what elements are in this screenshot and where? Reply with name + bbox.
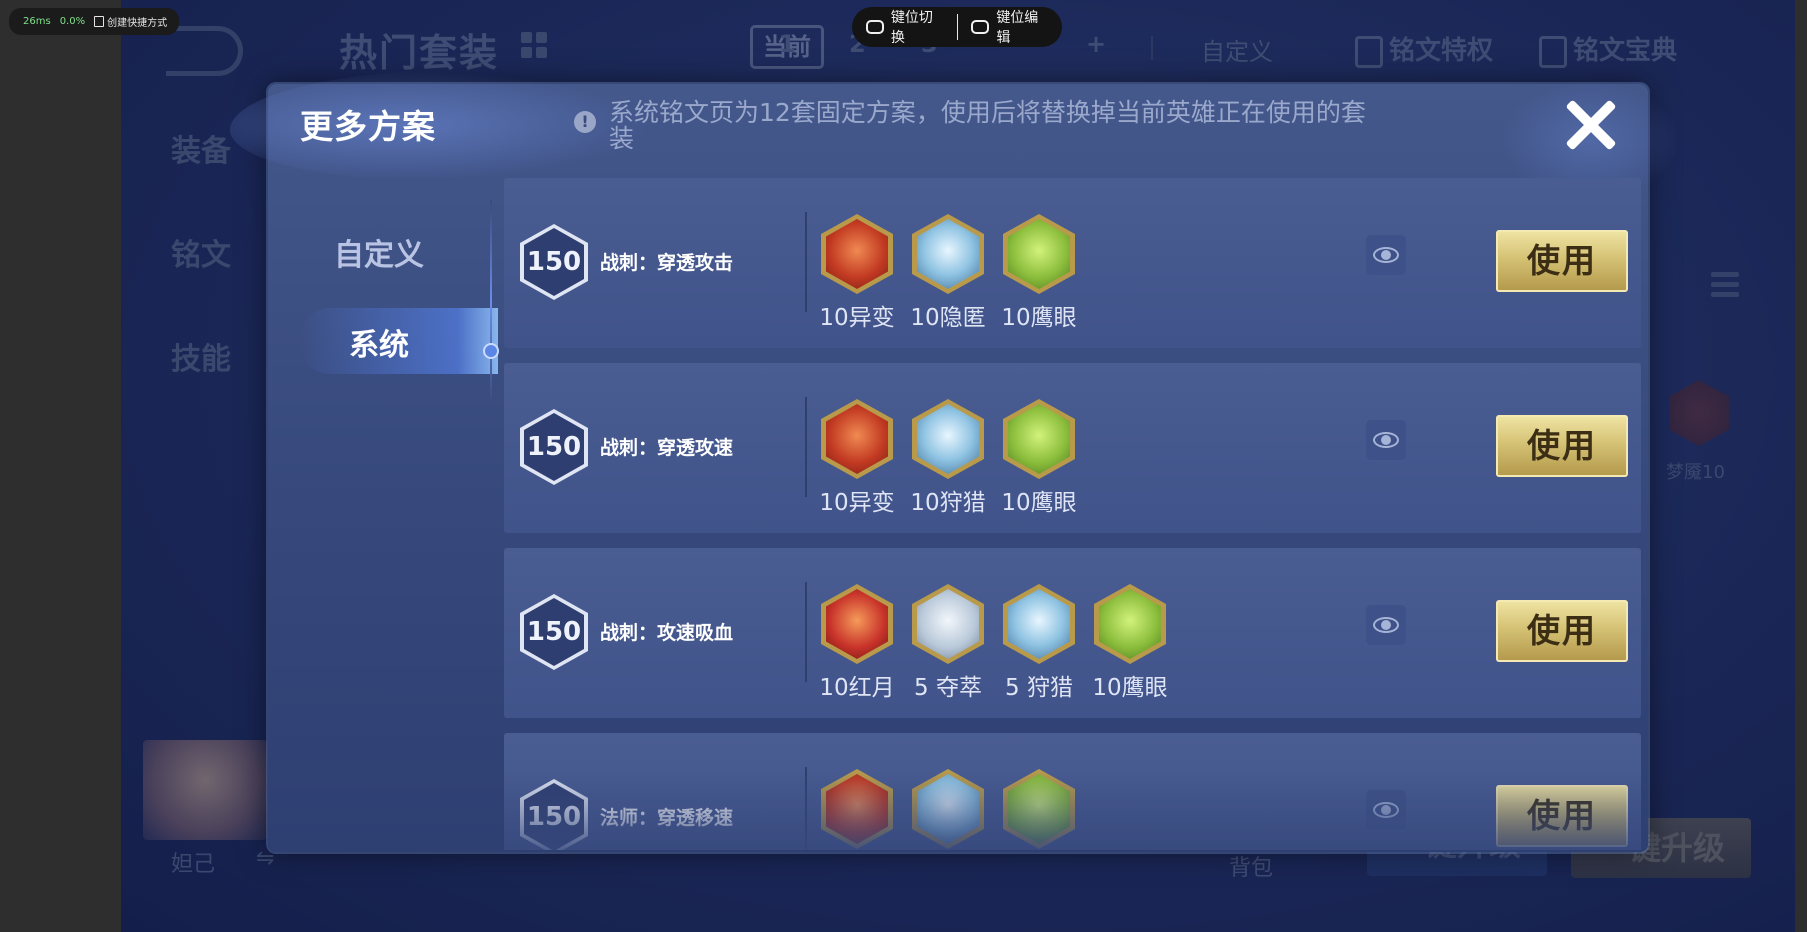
rune-item[interactable]: 5 夺萃 <box>902 584 994 702</box>
keymap-edit-label: 键位编辑 <box>996 10 1039 46</box>
plan-name: 战刺：穿透攻击 <box>600 252 734 274</box>
rune-item[interactable] <box>902 769 994 850</box>
rune-item[interactable]: 10鹰眼 <box>993 214 1085 332</box>
rune-label: 10红月 <box>819 675 895 701</box>
rune-item[interactable]: 5 狩猎 <box>993 584 1085 702</box>
plan-row: 150 法师：穿透移速 使用 <box>504 733 1641 850</box>
tab-indicator-dot <box>483 343 499 359</box>
loss-value: 0.0% <box>59 16 86 27</box>
rune-icon <box>826 774 888 844</box>
rune-item[interactable]: 10鹰眼 <box>1084 584 1176 702</box>
rune-icon <box>826 219 888 289</box>
rune-label: 10异变 <box>819 490 895 516</box>
rune-icon <box>1008 219 1070 289</box>
info-icon: ! <box>574 111 596 133</box>
rune-label: 10隐匿 <box>910 305 986 331</box>
rune-item[interactable]: 10隐匿 <box>902 214 994 332</box>
close-icon[interactable] <box>1564 98 1618 152</box>
rune-icon <box>1008 774 1070 844</box>
dialog-title: 更多方案 <box>300 107 436 146</box>
plan-list: 150 战刺：穿透攻击 10异变 10隐匿 10鹰眼 使用 150 战刺：穿透攻… <box>504 178 1641 850</box>
row-divider <box>805 582 807 682</box>
rune-icon <box>917 404 979 474</box>
plan-row: 150 战刺：攻速吸血 10红月 5 夺萃 5 狩猎 10鹰眼 使用 <box>504 548 1641 718</box>
rune-icon <box>917 774 979 844</box>
rune-label: 5 狩猎 <box>1005 675 1073 701</box>
rune-label: 10狩猎 <box>910 490 986 516</box>
keymap-switch-label: 键位切换 <box>890 10 933 46</box>
level-badge: 150 <box>520 409 588 485</box>
keymap-edit-button[interactable]: 键位编辑 <box>957 7 1062 47</box>
plan-row: 150 战刺：穿透攻速 10异变 10狩猎 10鹰眼 使用 <box>504 363 1641 533</box>
rune-item[interactable] <box>811 769 903 850</box>
level-badge: 150 <box>520 224 588 300</box>
use-button[interactable]: 使用 <box>1496 230 1628 292</box>
row-divider <box>805 767 807 850</box>
rune-icon <box>1099 589 1161 659</box>
plan-name: 法师：穿透移速 <box>600 807 734 829</box>
level-value: 150 <box>524 598 584 666</box>
row-divider <box>805 397 807 497</box>
keymap-switch-button[interactable]: 键位切换 <box>852 7 957 47</box>
rune-icon <box>1008 589 1070 659</box>
use-button[interactable]: 使用 <box>1496 785 1628 847</box>
rune-item[interactable]: 10异变 <box>811 214 903 332</box>
shortcut-icon <box>94 16 105 27</box>
rune-item[interactable] <box>993 769 1085 850</box>
preview-eye-icon[interactable] <box>1366 790 1406 830</box>
rune-label: 10鹰眼 <box>1001 305 1077 331</box>
rune-label: 10异变 <box>819 305 895 331</box>
tab-custom[interactable]: 自定义 <box>268 230 490 274</box>
preview-eye-icon[interactable] <box>1366 235 1406 275</box>
plan-name: 战刺：攻速吸血 <box>600 622 734 644</box>
gamepad-icon <box>866 20 884 34</box>
left-letterbox <box>0 0 121 932</box>
keymap-toolbar: 键位切换 键位编辑 <box>852 7 1062 47</box>
row-divider <box>805 212 807 312</box>
plan-category-tabs: 自定义 系统 <box>268 180 498 848</box>
rune-label: 10鹰眼 <box>1092 675 1168 701</box>
right-letterbox <box>1795 0 1807 932</box>
rune-label: 10鹰眼 <box>1001 490 1077 516</box>
rune-item[interactable]: 10鹰眼 <box>993 399 1085 517</box>
rune-item[interactable]: 10狩猎 <box>902 399 994 517</box>
level-value: 150 <box>524 228 584 296</box>
rune-icon <box>826 404 888 474</box>
rune-icon <box>1008 404 1070 474</box>
level-badge: 150 <box>520 594 588 670</box>
level-value: 150 <box>524 413 584 481</box>
plan-name: 战刺：穿透攻速 <box>600 437 734 459</box>
use-button[interactable]: 使用 <box>1496 600 1628 662</box>
preview-eye-icon[interactable] <box>1366 420 1406 460</box>
tab-indicator-line <box>490 200 492 405</box>
level-badge: 150 <box>520 779 588 850</box>
use-button[interactable]: 使用 <box>1496 415 1628 477</box>
gamepad-icon <box>971 20 990 34</box>
rune-icon <box>917 219 979 289</box>
latency-value: 26ms <box>23 16 51 27</box>
tab-system[interactable]: 系统 <box>268 320 490 364</box>
rune-icon <box>917 589 979 659</box>
dialog-notice: 系统铭文页为12套固定方案，使用后将替换掉当前英雄正在使用的套装 <box>609 98 1366 153</box>
rune-item[interactable]: 10异变 <box>811 399 903 517</box>
create-shortcut-button[interactable]: 创建快捷方式 <box>94 14 167 29</box>
plan-row: 150 战刺：穿透攻击 10异变 10隐匿 10鹰眼 使用 <box>504 178 1641 348</box>
perf-overlay: 26ms 0.0% 创建快捷方式 <box>9 8 179 35</box>
rune-label: 5 夺萃 <box>914 675 982 701</box>
preview-eye-icon[interactable] <box>1366 605 1406 645</box>
create-shortcut-label: 创建快捷方式 <box>107 18 168 29</box>
rune-icon <box>826 589 888 659</box>
level-value: 150 <box>524 783 584 850</box>
rune-item[interactable]: 10红月 <box>811 584 903 702</box>
